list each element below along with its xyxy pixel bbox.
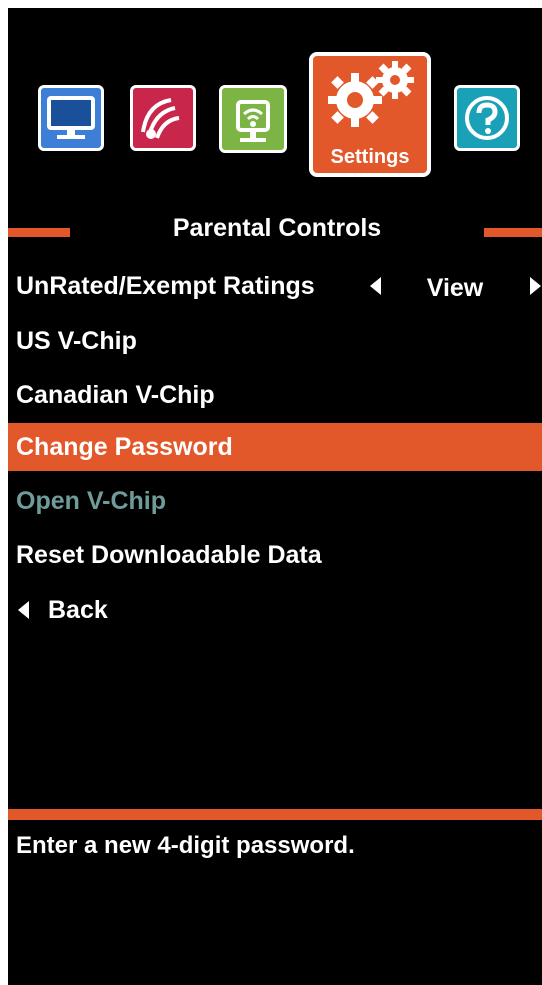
network-icon [236, 100, 270, 142]
back-label: Back [48, 596, 108, 624]
menu-item-label: Reset Downloadable Data [16, 541, 322, 569]
menu-item-label: US V-Chip [16, 327, 137, 355]
help-text: Enter a new 4-digit password. [16, 832, 355, 859]
tv-category-tile[interactable] [38, 85, 104, 151]
menu-item-label: Open V-Chip [16, 487, 166, 515]
menu-header: Parental Controls [8, 212, 542, 248]
menu-item-label: Change Password [16, 433, 233, 461]
gears-icon [328, 61, 414, 127]
page-title: Parental Controls [172, 214, 382, 242]
arrow-right-icon[interactable] [530, 277, 541, 295]
help-category-tile[interactable] [454, 85, 520, 151]
header-accent-right [484, 228, 542, 237]
header-accent-left [8, 228, 70, 237]
menu-item-back[interactable]: Back [8, 585, 542, 635]
tv-icon [47, 96, 95, 139]
question-icon [465, 96, 509, 140]
back-arrow-icon [18, 601, 29, 619]
menu-item-unrated-exempt-ratings[interactable]: UnRated/Exempt Ratings View [8, 261, 542, 311]
arrow-left-icon[interactable] [370, 277, 381, 295]
menu-item-open-v-chip: Open V-Chip [8, 476, 542, 526]
menu-item-canadian-v-chip[interactable]: Canadian V-Chip [8, 370, 542, 420]
audio-icon [141, 98, 180, 139]
help-divider [8, 809, 542, 820]
audio-category-tile[interactable] [130, 85, 196, 151]
menu-item-reset-downloadable-data[interactable]: Reset Downloadable Data [8, 530, 542, 580]
menu-item-change-password[interactable]: Change Password [8, 423, 542, 471]
settings-tile-label: Settings [330, 146, 410, 168]
settings-category-tile[interactable]: Settings [309, 52, 431, 177]
category-icon-bar: Settings [8, 8, 542, 188]
menu-item-label: Canadian V-Chip [16, 381, 215, 409]
unrated-value: View [426, 274, 484, 302]
network-category-tile[interactable] [219, 85, 287, 153]
tv-screen: Settings Parental Controls UnRated/Exemp… [8, 8, 542, 985]
menu-item-label: UnRated/Exempt Ratings [16, 272, 315, 300]
menu-item-us-v-chip[interactable]: US V-Chip [8, 316, 542, 366]
